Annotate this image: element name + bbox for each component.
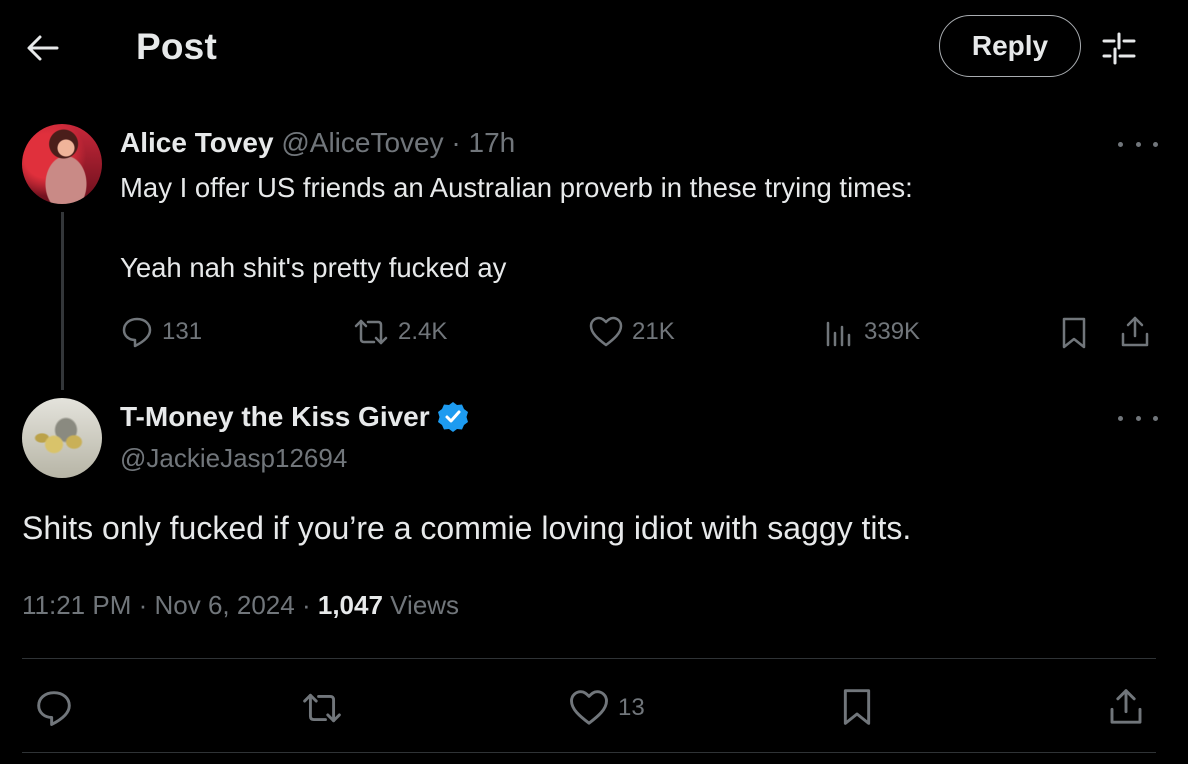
views-count: 1,047 (317, 590, 383, 620)
bookmark-icon (1062, 317, 1086, 349)
separator: · (301, 590, 311, 620)
more-dot (1118, 415, 1123, 421)
like-action[interactable]: 21K (588, 315, 675, 349)
views-action[interactable]: 339K (822, 315, 920, 349)
avatar[interactable] (22, 398, 102, 478)
bookmark-icon (843, 689, 871, 725)
bookmark-button[interactable] (1058, 315, 1090, 351)
sliders-icon (1102, 32, 1136, 65)
divider (22, 658, 1156, 659)
back-button[interactable] (22, 28, 62, 68)
more-dot (1153, 415, 1158, 421)
more-options-button[interactable] (1118, 408, 1158, 428)
reply-text: Shits only fucked if you’re a commie lov… (22, 510, 912, 546)
heart-icon (570, 690, 608, 725)
share-icon (1121, 316, 1149, 347)
post-header: Alice Tovey @AliceTovey · 17h (120, 127, 515, 159)
separator: · (451, 127, 461, 158)
post-time[interactable]: 11:21 PM (22, 590, 131, 620)
share-button[interactable] (1106, 686, 1146, 728)
repost-action[interactable]: 2.4K (352, 315, 447, 349)
author-handle[interactable]: @JackieJasp12694 (120, 443, 347, 474)
share-icon (1110, 689, 1142, 724)
verified-badge-icon (437, 402, 468, 432)
author-handle[interactable]: @AliceTovey (281, 127, 443, 158)
post-time[interactable]: 17h (469, 127, 516, 158)
avatar[interactable] (22, 124, 102, 204)
divider (22, 752, 1156, 753)
like-count: 13 (618, 694, 645, 721)
reply-author: T-Money the Kiss Giver (120, 400, 470, 434)
post-date[interactable]: Nov 6, 2024 (155, 590, 295, 620)
thread-connector (61, 212, 64, 390)
comment-icon (37, 691, 71, 726)
heart-icon (589, 316, 623, 347)
arrow-left-icon (27, 35, 59, 61)
separator: · (138, 590, 148, 620)
page-title: Post (136, 26, 217, 67)
more-dot (1153, 141, 1158, 147)
more-dot (1135, 415, 1141, 421)
repost-action[interactable] (300, 688, 352, 728)
repost-icon (303, 693, 341, 723)
settings-button[interactable] (1098, 30, 1140, 66)
reply-count: 131 (162, 318, 203, 345)
views-label: Views (390, 590, 460, 620)
post-text-line: Yeah nah shit's pretty fucked ay (120, 252, 507, 283)
post-meta: 11:21 PM · Nov 6, 2024 · 1,047 Views (22, 590, 459, 621)
reply-action[interactable] (34, 688, 82, 728)
more-dot (1118, 141, 1123, 147)
repost-count: 2.4K (398, 318, 448, 345)
analytics-icon (826, 321, 851, 347)
more-options-button[interactable] (1118, 134, 1158, 154)
view-count: 339K (864, 318, 921, 345)
repost-icon (354, 319, 388, 345)
more-dot (1135, 141, 1141, 147)
author-name[interactable]: Alice Tovey (120, 127, 274, 158)
post-text-line: May I offer US friends an Australian pro… (120, 172, 913, 203)
comment-icon (122, 317, 152, 348)
like-count: 21K (632, 318, 675, 345)
share-button[interactable] (1118, 314, 1152, 350)
author-name[interactable]: T-Money the Kiss Giver (120, 401, 430, 433)
bookmark-button[interactable] (838, 686, 876, 728)
reply-button[interactable]: Reply (939, 15, 1081, 77)
reply-action[interactable]: 131 (120, 315, 202, 349)
like-action[interactable]: 13 (568, 688, 645, 728)
